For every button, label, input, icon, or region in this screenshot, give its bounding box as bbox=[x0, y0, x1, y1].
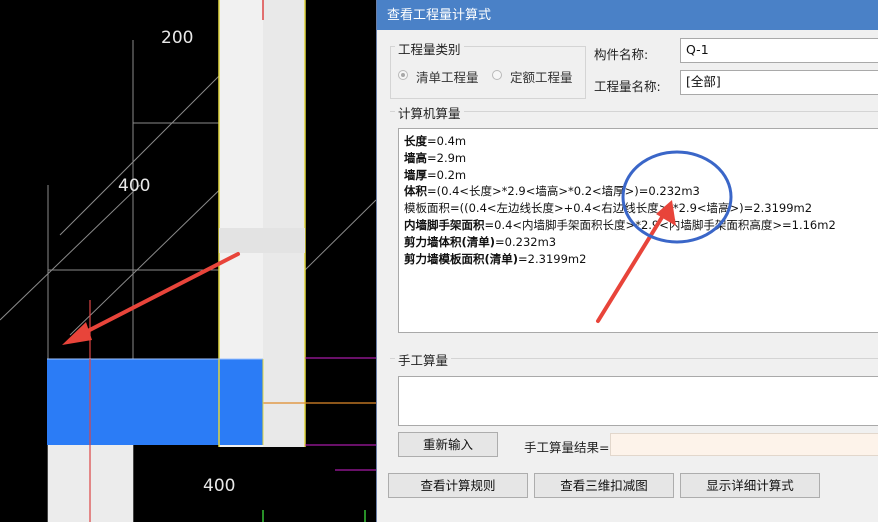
calc-line-shear-wall-volume: 剪力墙体积(清单)=0.232m3 bbox=[404, 234, 557, 249]
manual-calc-text-area[interactable] bbox=[398, 376, 878, 426]
view-calc-rules-button[interactable]: 查看计算规则 bbox=[388, 473, 528, 498]
dimension-label-400-lower: 400 bbox=[203, 476, 236, 496]
manual-result-field[interactable] bbox=[610, 433, 878, 456]
calc-line-length: 长度=0.4m bbox=[404, 134, 467, 148]
computer-calc-text-area[interactable]: 长度=0.4m 墙高=2.9m 墙厚=0.2m 体积=(0.4<长度>*2.9<… bbox=[398, 128, 878, 333]
view-3d-deduction-button[interactable]: 查看三维扣减图 bbox=[534, 473, 674, 498]
radio-norm-quantity-label[interactable]: 定额工程量 bbox=[510, 67, 573, 86]
manual-calc-group bbox=[390, 358, 878, 359]
reenter-button[interactable]: 重新输入 bbox=[398, 432, 498, 457]
manual-calc-title: 手工算量 bbox=[395, 350, 452, 369]
dimension-label-200: 200 bbox=[161, 28, 194, 48]
calc-line-volume: 体积=(0.4<长度>*2.9<墙高>*0.2<墙厚>)=0.232m3 bbox=[404, 184, 700, 199]
show-detailed-formula-button[interactable]: 显示详细计算式 bbox=[680, 473, 820, 498]
quantity-name-label: 工程量名称: bbox=[594, 79, 661, 94]
component-name-label: 构件名称: bbox=[594, 47, 649, 62]
dimension-label-400-upper: 400 bbox=[118, 176, 151, 196]
calc-line-formwork-area: 模板面积=((0.4<左边线长度>+0.4<右边线长度>)*2.9<墙高>)=2… bbox=[404, 201, 813, 216]
quantity-name-select[interactable]: [全部] bbox=[680, 70, 878, 95]
component-name-field[interactable]: Q-1 bbox=[680, 38, 878, 63]
quantity-formula-dialog: 查看工程量计算式 工程量类别 清单工程量 定额工程量 构件名称: Q-1 工程量… bbox=[376, 0, 878, 522]
radio-bill-quantity-label[interactable]: 清单工程量 bbox=[416, 67, 479, 86]
category-group-title: 工程量类别 bbox=[395, 39, 464, 58]
computer-calc-title: 计算机算量 bbox=[395, 103, 464, 122]
radio-bill-quantity[interactable] bbox=[398, 70, 408, 80]
manual-result-label: 手工算量结果= bbox=[524, 440, 610, 455]
calc-line-scaffold-area: 内墙脚手架面积=0.4<内墙脚手架面积长度>*2.9<内墙脚手架面积高度>=1.… bbox=[404, 217, 836, 232]
calc-line-wall-thickness: 墙厚=0.2m bbox=[404, 167, 467, 182]
selected-wall-component bbox=[47, 359, 263, 445]
calc-line-shear-wall-formwork: 剪力墙模板面积(清单)=2.3199m2 bbox=[404, 251, 587, 266]
dialog-title[interactable]: 查看工程量计算式 bbox=[377, 0, 878, 30]
calc-line-wall-height: 墙高=2.9m bbox=[404, 150, 467, 165]
radio-norm-quantity[interactable] bbox=[492, 70, 502, 80]
